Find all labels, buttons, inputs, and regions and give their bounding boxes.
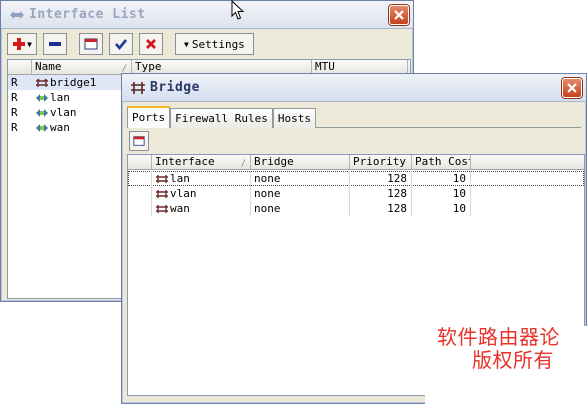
tab-firewall-rules[interactable]: Firewall Rules <box>170 108 273 128</box>
bridge-titlebar[interactable]: Bridge <box>122 74 586 102</box>
ethernet-icon <box>36 124 48 132</box>
row-flag: R <box>11 106 18 119</box>
row-interface: wan <box>152 201 251 216</box>
tab-ports[interactable]: Ports <box>127 106 171 128</box>
tab-hosts[interactable]: Hosts <box>272 108 316 128</box>
row-path-cost: 10 <box>412 186 471 201</box>
mouse-cursor-icon <box>231 0 245 20</box>
column-header-mtu[interactable]: MTU <box>312 60 408 74</box>
comment-icon <box>84 38 98 50</box>
add-icon <box>13 38 26 50</box>
sort-icon: / <box>240 159 246 169</box>
table-row[interactable]: vlan none 128 10 <box>128 186 584 201</box>
close-button[interactable] <box>389 5 409 25</box>
add-port-button[interactable] <box>129 131 149 151</box>
interface-list-toolbar: ▼ ▼ Settings <box>7 33 254 55</box>
bridge-icon <box>131 82 145 94</box>
row-priority: 128 <box>350 186 412 201</box>
column-header-bridge[interactable]: Bridge <box>251 155 350 169</box>
row-spacer <box>128 201 152 216</box>
row-name: bridge1 <box>32 75 132 90</box>
row-name: vlan <box>32 105 132 120</box>
row-spacer <box>128 186 152 201</box>
settings-label: Settings <box>191 37 245 51</box>
row-name: lan <box>32 90 132 105</box>
row-priority: 128 <box>350 171 412 186</box>
disable-icon <box>146 39 156 49</box>
ethernet-icon <box>36 109 48 117</box>
add-icon <box>133 136 145 146</box>
close-button[interactable] <box>562 78 582 98</box>
dropdown-arrow-icon: ▼ <box>27 39 32 49</box>
column-header-path-cost[interactable]: Path Cost <box>412 155 471 169</box>
bridge-icon <box>36 78 48 87</box>
watermark-line-2: 版权所有 <box>472 348 554 372</box>
row-priority: 128 <box>350 201 412 216</box>
enable-button[interactable] <box>109 33 133 55</box>
watermark-line-1: 软件路由器论 <box>437 325 560 349</box>
column-header-priority[interactable]: Priority <box>350 155 412 169</box>
row-interface: lan <box>152 171 251 186</box>
column-header-type[interactable]: Type <box>132 60 312 74</box>
interface-icon <box>10 11 24 19</box>
bridge-icon <box>156 205 168 213</box>
row-path-cost: 10 <box>412 171 471 186</box>
close-icon <box>567 83 577 93</box>
row-path-cost: 10 <box>412 201 471 216</box>
row-spacer <box>128 171 152 186</box>
add-button[interactable]: ▼ <box>7 33 37 55</box>
row-bridge: none <box>251 186 350 201</box>
close-icon <box>394 10 404 20</box>
column-header-flag[interactable] <box>8 60 32 74</box>
enable-icon <box>115 39 128 51</box>
row-interface: vlan <box>152 186 251 201</box>
row-bridge: none <box>251 171 350 186</box>
column-header-interface[interactable]: Interface / <box>152 155 251 169</box>
bridge-icon <box>156 175 168 183</box>
column-header-name[interactable]: Name / <box>32 60 132 74</box>
window-title: Bridge <box>150 80 200 95</box>
interface-list-titlebar[interactable]: Interface List <box>1 1 413 29</box>
settings-button[interactable]: ▼ Settings <box>175 33 254 55</box>
table-row[interactable]: wan none 128 10 <box>128 201 584 216</box>
row-name: wan <box>32 120 132 135</box>
ports-table-header: Interface / Bridge Priority Path Cost <box>128 155 584 170</box>
bridge-icon <box>156 190 168 198</box>
row-bridge: none <box>251 201 350 216</box>
row-flag: R <box>11 91 18 104</box>
table-row[interactable]: lan none 128 10 <box>128 171 584 186</box>
comment-button[interactable] <box>79 33 103 55</box>
row-flag: R <box>11 121 18 134</box>
bridge-tabs: Ports Firewall Rules Hosts <box>127 106 316 128</box>
window-title: Interface List <box>29 7 146 22</box>
dropdown-arrow-icon: ▼ <box>184 39 189 49</box>
column-header-spacer <box>128 155 152 169</box>
remove-icon <box>49 42 61 46</box>
remove-button[interactable] <box>43 33 67 55</box>
row-flag: R <box>11 76 18 89</box>
watermark: 软件路由器论 版权所有 <box>425 326 587 419</box>
disable-button[interactable] <box>139 33 163 55</box>
ethernet-icon <box>36 94 48 102</box>
